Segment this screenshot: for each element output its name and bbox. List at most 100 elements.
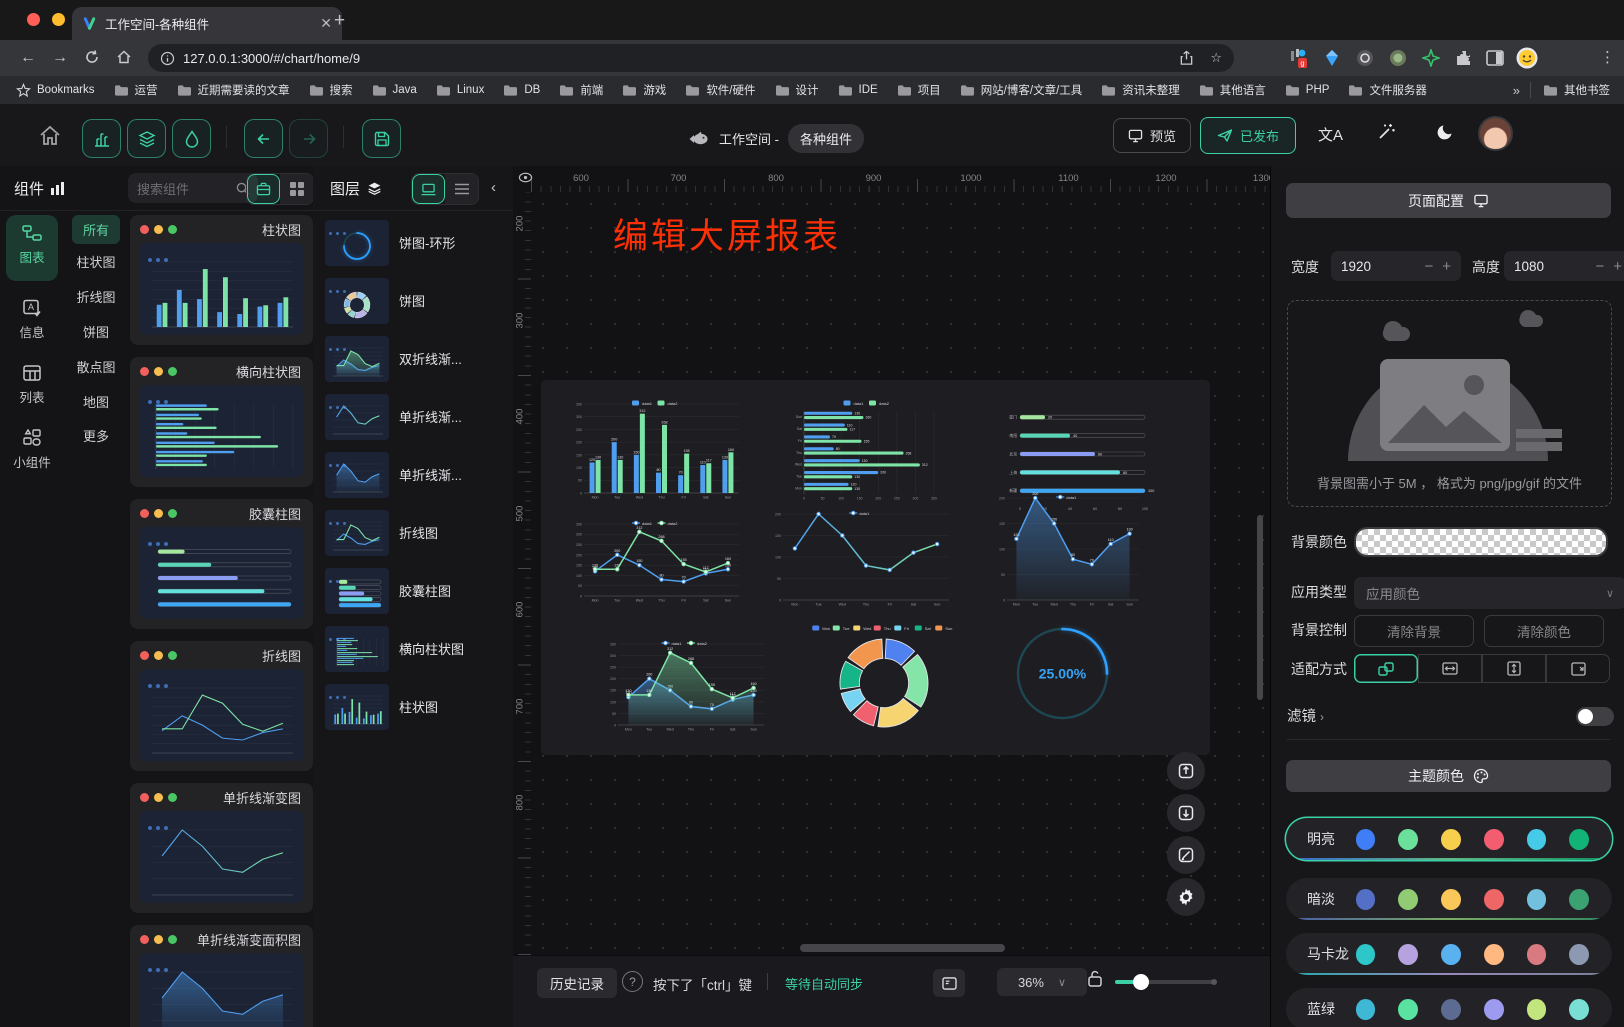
window-close-button[interactable] [27,13,40,26]
sidepanel-icon[interactable] [1486,49,1504,67]
forward-icon[interactable]: → [52,48,68,68]
theme-color-dot[interactable] [1484,889,1504,910]
layer-item[interactable]: 双折线渐... [325,334,505,383]
sidebar-tab-widget[interactable]: 小组件 [6,420,58,471]
magic-wand-icon[interactable] [1377,122,1396,141]
height-value[interactable]: 1080 [1514,259,1586,274]
category-4[interactable]: 散点图 [66,357,126,376]
theme-color-dot[interactable] [1441,889,1461,910]
theme-tool-button[interactable] [172,119,211,158]
layer-item[interactable]: 折线图 [325,508,505,557]
bookmark-folder[interactable]: 前端 [559,82,603,98]
editor-canvas[interactable]: 编辑大屏报表 050100150200250300350MonTueWedThu… [513,166,1270,1027]
fit-fullscreen-button[interactable] [1546,654,1610,683]
browser-tab[interactable]: 工作空间-各种组件 ✕ [72,7,342,40]
component-card[interactable]: 单折线渐变面积图 [130,925,313,1027]
help-icon[interactable]: ? [622,971,643,992]
canvas-double-area-chart[interactable]: 050100150200250300350MonTueWedThuFriSatS… [604,638,770,735]
theme-row-2[interactable]: 暗淡 [1286,878,1612,920]
increment-icon[interactable]: + [1613,258,1622,275]
theme-color-dot[interactable] [1569,829,1589,850]
settings-gear-button[interactable] [1167,878,1205,916]
bookmark-folder[interactable]: 文件服务器 [1348,82,1427,98]
category-2[interactable]: 折线图 [66,287,126,306]
user-avatar[interactable] [1478,116,1513,151]
site-info-icon[interactable] [160,51,175,66]
collapse-panel-chevron[interactable]: ‹ [491,179,496,196]
theme-color-dot[interactable] [1441,944,1461,965]
publish-button[interactable]: 已发布 [1200,117,1296,154]
theme-color-dot[interactable] [1484,829,1504,850]
theme-row-4[interactable]: 蓝绿 [1286,988,1612,1027]
bookmark-folder[interactable]: 其他语言 [1199,82,1266,98]
window-minimize-button[interactable] [52,13,65,26]
sidebar-tab-info[interactable]: A信息 [6,290,58,341]
theme-row-1[interactable]: 明亮 [1286,818,1612,860]
bookmark-folder[interactable]: PHP [1285,84,1330,97]
bookmark-folder[interactable]: 项目 [897,82,941,98]
component-card[interactable]: 胶囊柱图 [130,499,313,629]
export-button[interactable] [1167,752,1205,790]
other-bookmarks-folder[interactable]: 其他书签 [1543,82,1610,98]
theme-color-dot[interactable] [1569,999,1589,1020]
ruler-eye-icon[interactable] [518,171,533,184]
back-icon[interactable]: ← [20,48,36,68]
bookmark-folder[interactable]: 游戏 [622,82,666,98]
component-card[interactable]: 横向柱状图 [130,357,313,487]
category-all[interactable]: 所有 [72,215,120,244]
zoom-slider-knob[interactable] [1133,974,1149,990]
bookmark-folder[interactable]: 运营 [114,82,158,98]
theme-color-dot[interactable] [1527,889,1547,910]
increment-icon[interactable]: + [1442,258,1451,275]
bookmark-folder[interactable]: DB [503,84,540,97]
layer-item[interactable]: 饼图 [325,276,505,325]
bookmark-star-icon[interactable]: ☆ [1210,50,1222,66]
layer-item[interactable]: 柱状图 [325,682,505,731]
profile-avatar-emoji[interactable] [1516,47,1534,65]
charts-tool-button[interactable] [82,119,121,158]
clear-color-button[interactable]: 清除颜色 [1484,615,1604,647]
theme-color-dot[interactable] [1569,889,1589,910]
theme-color-dot[interactable] [1484,999,1504,1020]
undo-button[interactable] [244,119,283,158]
bookmarks-manager[interactable]: Bookmarks [16,83,95,98]
layout-panel-button[interactable] [933,969,965,997]
clear-background-button[interactable]: 清除背景 [1354,615,1474,647]
bookmark-folder[interactable]: 搜索 [309,82,353,98]
sidebar-tab-chart[interactable]: 图表 [6,215,58,281]
canvas-title-text[interactable]: 编辑大屏报表 [613,208,841,259]
canvas-horizontal-bar-chart[interactable]: 050100150200250300350data1data2Mon120130… [788,398,950,503]
background-color-swatch[interactable] [1354,527,1608,557]
url-bar[interactable]: 127.0.0.1:3000/#/chart/home/9 ☆ [148,44,1234,72]
component-card[interactable]: 柱状图 [130,215,313,345]
canvas-donut-chart[interactable]: MonTueWedThuFriSatSun [803,623,965,730]
theme-color-dot[interactable] [1398,999,1418,1020]
bookmark-folder[interactable]: 资讯未整理 [1101,82,1180,98]
home-nav-icon[interactable] [38,125,62,147]
canvas-bar-chart[interactable]: 050100150200250300350MonTueWedThuFriSatS… [570,398,745,503]
fit-scale-button[interactable] [1354,654,1418,683]
extensions-puzzle-icon[interactable] [1455,49,1473,67]
search-input[interactable]: 搜索组件 [128,173,258,203]
theme-color-dot[interactable] [1441,829,1461,850]
decrement-icon[interactable]: − [1595,258,1604,275]
new-tab-button[interactable]: + [334,10,345,32]
bookmark-folder[interactable]: Java [372,84,417,97]
category-3[interactable]: 饼图 [66,322,126,341]
dark-mode-moon-icon[interactable] [1436,122,1455,141]
app-type-select[interactable]: 应用颜色 ∨ [1354,577,1624,609]
height-stepper[interactable]: 1080 − + [1504,251,1624,281]
theme-color-dot[interactable] [1398,944,1418,965]
layer-item[interactable]: 单折线渐... [325,392,505,441]
history-button[interactable]: 历史记录 [537,968,617,998]
theme-color-dot[interactable] [1527,829,1547,850]
fit-width-button[interactable] [1418,654,1482,683]
bookmark-folder[interactable]: 网站/博客/文章/工具 [960,82,1083,98]
layers-tool-button[interactable] [127,119,166,158]
list-view-button[interactable] [445,174,478,204]
save-button[interactable] [362,119,401,158]
preview-button[interactable]: 预览 [1113,118,1191,153]
thumbnail-view-button[interactable] [412,174,445,204]
theme-color-dot[interactable] [1527,944,1547,965]
home-icon[interactable] [116,49,132,65]
